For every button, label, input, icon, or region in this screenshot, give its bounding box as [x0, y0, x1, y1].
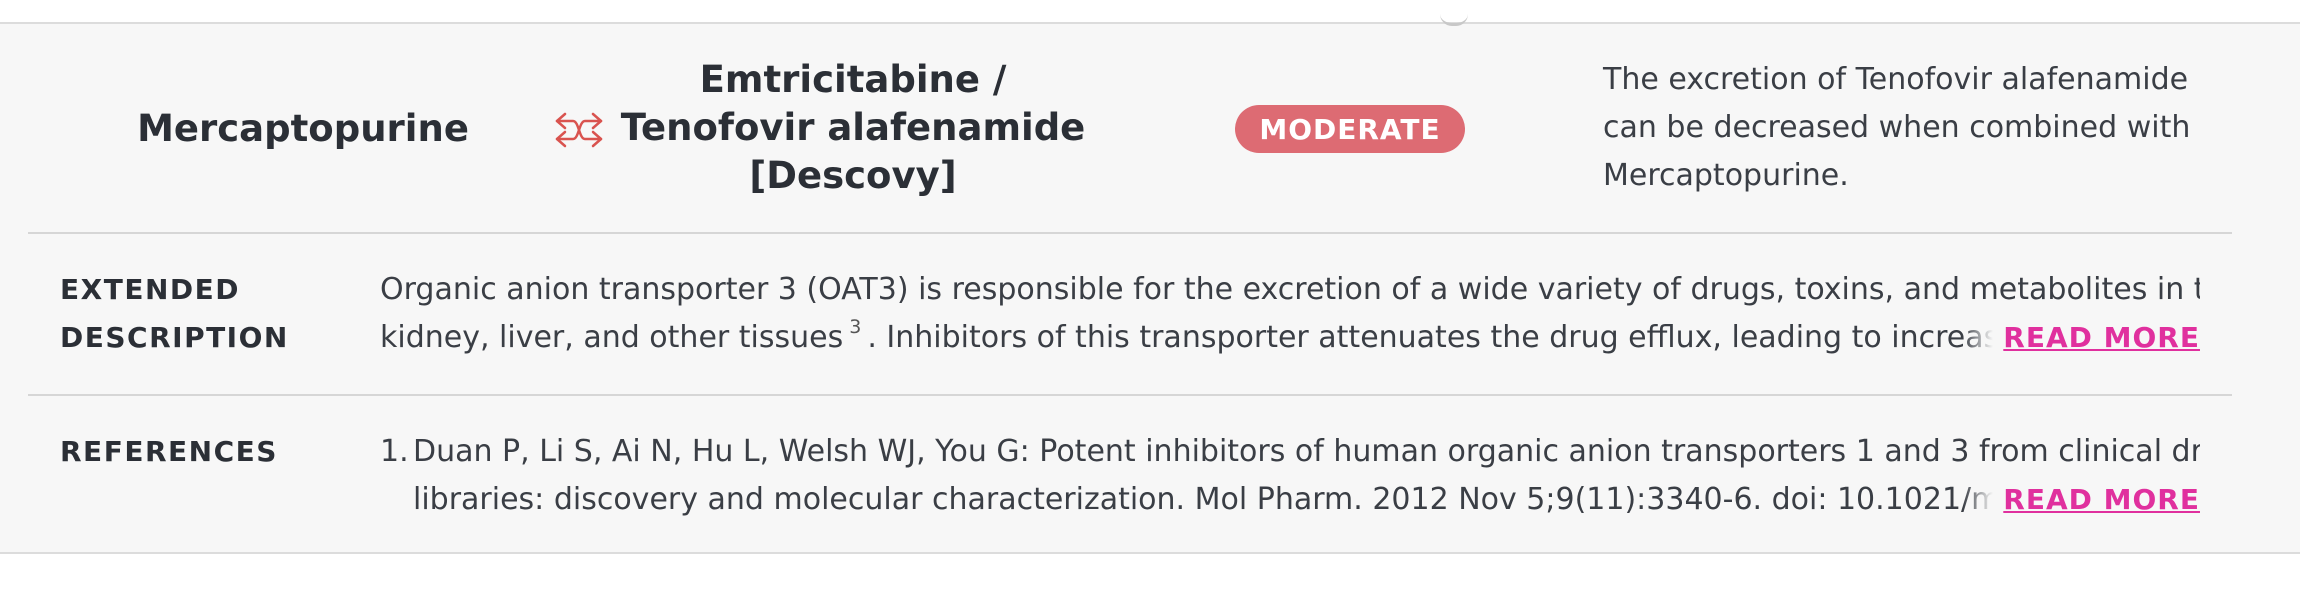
reference-number: 1. [380, 434, 409, 469]
extended-description-text: Organic anion transporter 3 (OAT3) is re… [380, 266, 2200, 365]
divider [28, 394, 2232, 396]
divider [28, 232, 2232, 234]
drug-a-name[interactable]: Mercaptopurine [120, 24, 486, 232]
drug-b-name[interactable]: Emtricitabine / Tenofovir alafenamide [D… [608, 24, 1098, 232]
extended-description-read-more-link[interactable]: READ MORE [1963, 314, 2200, 362]
references-label: REFERENCES [60, 435, 278, 468]
arrows-swap-icon [555, 112, 603, 148]
drug-interaction-card: Mercaptopurine Emtricitabine / Tenofovir… [0, 22, 2300, 554]
list-item: 1. Duan P, Li S, Ai N, Hu L, Welsh WJ, Y… [380, 428, 2200, 524]
extended-description-label: EXTENDED DESCRIPTION [60, 266, 289, 362]
label-line: EXTENDED [60, 273, 240, 306]
references-read-more-link[interactable]: READ MORE [1963, 476, 2200, 524]
reference-line-2: libraries: discovery and molecular chara… [413, 482, 2115, 517]
description-line-2: kidney, liver, and other tissues 3 . Inhib… [380, 314, 2200, 365]
description-text-part: kidney, liver, and other tissues [380, 320, 844, 355]
description-text-part: . Inhibitors of this transporter attenua… [867, 320, 2062, 355]
reference-body: Duan P, Li S, Ai N, Hu L, Welsh WJ, You … [413, 428, 2200, 524]
severity-badge: MODERATE [1235, 105, 1465, 153]
description-line-1: Organic anion transporter 3 (OAT3) is re… [380, 272, 2200, 307]
citation-superscript[interactable]: 3 [849, 316, 861, 338]
reference-line-1: Duan P, Li S, Ai N, Hu L, Welsh WJ, You … [413, 434, 2200, 469]
references-list: 1. Duan P, Li S, Ai N, Hu L, Welsh WJ, Y… [380, 428, 2200, 524]
label-line: DESCRIPTION [60, 321, 289, 354]
interaction-summary-row: Mercaptopurine Emtricitabine / Tenofovir… [0, 24, 2300, 232]
interaction-summary-text: The excretion of Tenofovir alafenamide c… [1603, 62, 2191, 193]
